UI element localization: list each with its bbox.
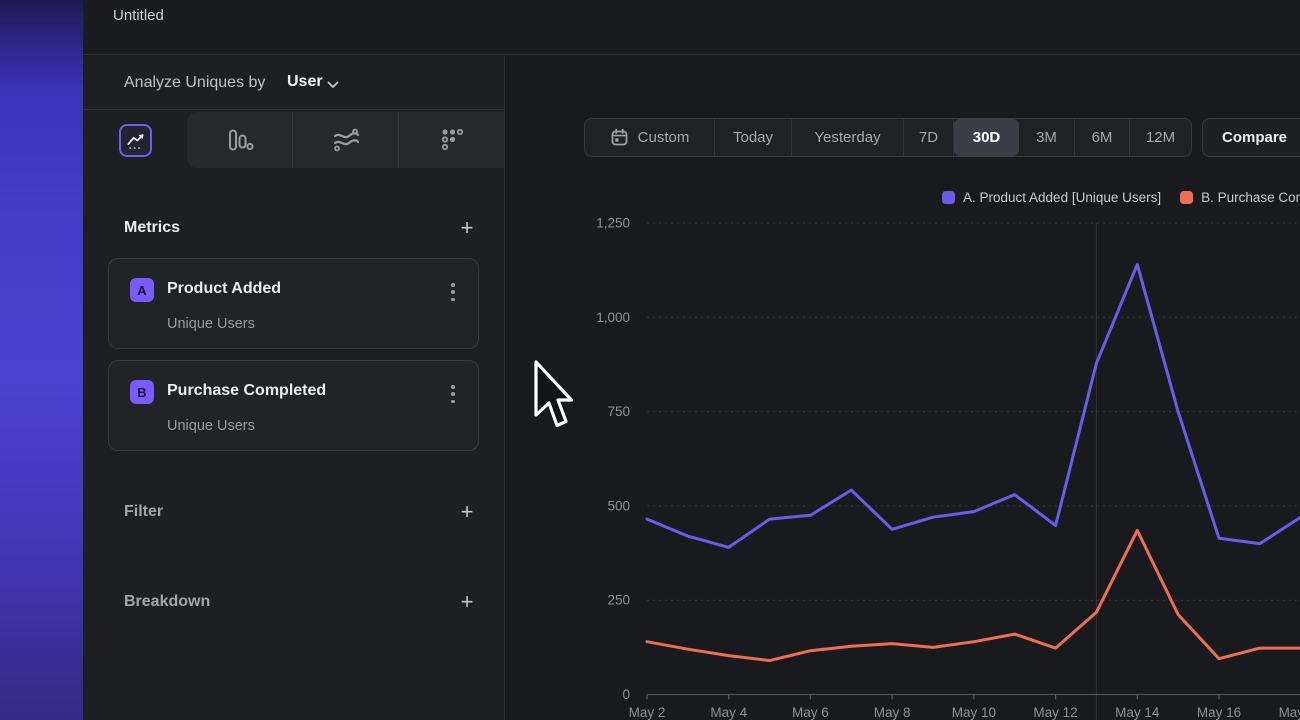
- analytics-app: Untitled Analyze Uniques by User: [0, 0, 1300, 720]
- x-tick-label: May 4: [710, 705, 747, 720]
- tab-grid[interactable]: [399, 112, 505, 168]
- metric-card-a[interactable]: A Product Added Unique Users: [108, 258, 479, 349]
- series-line-a: [647, 265, 1300, 548]
- add-breakdown-button[interactable]: +: [455, 590, 479, 614]
- x-tick-label: May 8: [874, 705, 911, 720]
- x-tick-label: May 10: [952, 705, 996, 720]
- config-panel: Analyze Uniques by User: [83, 56, 505, 720]
- chevron-down-icon[interactable]: [327, 81, 339, 89]
- line-chart-icon: [119, 124, 152, 157]
- y-tick-label: 0: [622, 687, 630, 702]
- grid-dots-icon: [437, 124, 467, 156]
- legend-swatch-a: [942, 191, 955, 204]
- mouse-cursor: [533, 359, 577, 439]
- metric-subtitle: Unique Users: [167, 316, 255, 332]
- chart-type-tabs: [83, 110, 504, 168]
- x-tick-label: May 16: [1197, 705, 1241, 720]
- x-tick-label: May 14: [1115, 705, 1160, 720]
- range-30d[interactable]: 30D: [954, 119, 1019, 156]
- metric-name: Purchase Completed: [167, 382, 326, 400]
- chart-legend: A. Product Added [Unique Users] B. Purch…: [942, 190, 1300, 205]
- analyze-header: Analyze Uniques by User: [83, 56, 504, 110]
- y-tick-label: 1,250: [596, 216, 630, 231]
- metric-subtitle: Unique Users: [167, 418, 255, 434]
- add-metric-button[interactable]: +: [455, 216, 479, 240]
- entity-dropdown[interactable]: User: [287, 73, 323, 91]
- range-12m[interactable]: 12M: [1130, 119, 1191, 156]
- y-tick-label: 250: [607, 593, 630, 608]
- x-tick-label: May 12: [1033, 705, 1077, 720]
- tab-bar-chart[interactable]: [187, 112, 293, 168]
- x-tick-label: May 6: [792, 705, 829, 720]
- tab-line-chart[interactable]: [83, 112, 187, 168]
- bar-chart-icon: [225, 125, 255, 155]
- calendar-icon: [610, 128, 629, 147]
- range-label: Yesterday: [814, 129, 880, 146]
- kebab-menu-icon[interactable]: [446, 283, 460, 301]
- analyze-by-label: Analyze Uniques by: [124, 74, 265, 92]
- range-label: 6M: [1092, 129, 1113, 146]
- range-3m[interactable]: 3M: [1019, 119, 1075, 156]
- metric-card-b[interactable]: B Purchase Completed Unique Users: [108, 360, 479, 451]
- range-custom[interactable]: Custom: [585, 119, 715, 156]
- range-label: Custom: [638, 129, 690, 146]
- range-today[interactable]: Today: [715, 119, 792, 156]
- range-label: 3M: [1036, 129, 1057, 146]
- legend-swatch-b: [1180, 191, 1193, 204]
- range-yesterday[interactable]: Yesterday: [792, 119, 904, 156]
- legend-label-b: B. Purchase Completed [Unique Users]: [1201, 190, 1300, 205]
- top-bar: Untitled: [83, 0, 1300, 55]
- legend-label-a: A. Product Added [Unique Users]: [963, 190, 1161, 205]
- range-label: 30D: [973, 129, 1001, 146]
- kebab-menu-icon[interactable]: [446, 385, 460, 403]
- range-6m[interactable]: 6M: [1075, 119, 1130, 156]
- breakdown-section-title: Breakdown: [124, 593, 210, 611]
- legend-item-b[interactable]: B. Purchase Completed [Unique Users]: [1180, 190, 1300, 205]
- legend-item-a[interactable]: A. Product Added [Unique Users]: [942, 190, 1161, 205]
- metric-badge-a: A: [130, 278, 154, 302]
- series-line-b: [647, 530, 1300, 660]
- tab-flows[interactable]: [293, 112, 399, 168]
- add-filter-button[interactable]: +: [455, 500, 479, 524]
- y-tick-label: 1,000: [596, 310, 630, 325]
- report-title[interactable]: Untitled: [113, 7, 164, 24]
- range-label: Today: [733, 129, 773, 146]
- metrics-section-title: Metrics: [124, 219, 180, 237]
- x-tick-label: May 18: [1279, 705, 1300, 720]
- date-range-bar: Custom Today Yesterday 7D 30D 3M 6M 12M: [584, 118, 1192, 157]
- range-7d[interactable]: 7D: [904, 119, 954, 156]
- x-tick-label: May 2: [629, 705, 666, 720]
- compare-button[interactable]: Compare: [1202, 118, 1300, 157]
- metric-name: Product Added: [167, 280, 281, 298]
- left-gradient-strip: [0, 0, 83, 720]
- flows-icon: [330, 125, 362, 155]
- filter-section-title: Filter: [124, 503, 163, 521]
- y-tick-label: 750: [607, 404, 630, 419]
- metric-badge-b: B: [130, 380, 154, 404]
- range-label: 12M: [1146, 129, 1175, 146]
- y-tick-label: 500: [607, 498, 630, 513]
- range-label: 7D: [919, 129, 938, 146]
